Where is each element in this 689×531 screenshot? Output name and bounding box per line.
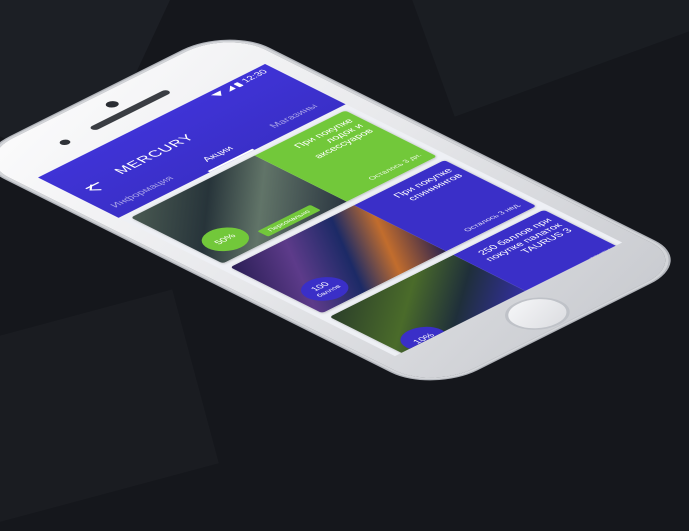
back-arrow-icon[interactable] — [71, 175, 114, 196]
background-shape — [403, 0, 689, 117]
background-shape — [0, 289, 219, 531]
signal-icon — [224, 85, 237, 92]
battery-icon — [233, 81, 244, 87]
product-label: TAURUS 3 — [460, 319, 493, 336]
promo-time-left: ТЕНТЫ Осталось 2 мес. — [554, 249, 622, 283]
wifi-icon — [211, 90, 227, 98]
promo-category: ТЕНТЫ — [589, 248, 614, 261]
front-camera — [103, 99, 122, 109]
badge-value: 10% — [410, 332, 438, 346]
badge-value: 50% — [212, 232, 239, 246]
proximity-sensor — [57, 138, 73, 147]
